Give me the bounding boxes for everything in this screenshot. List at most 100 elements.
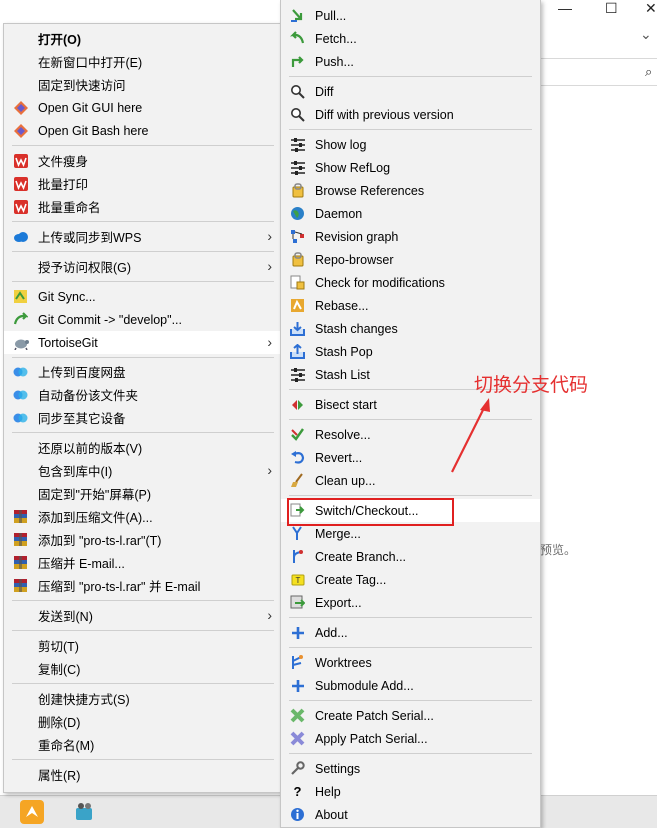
menu-separator <box>12 432 274 433</box>
menu-item-label: 属性(R) <box>38 769 81 783</box>
merge-icon <box>289 525 306 542</box>
menu-item-resolve[interactable]: Resolve... <box>281 423 540 446</box>
menu-item-properties[interactable]: 属性(R) <box>4 763 282 786</box>
menu-item-settings[interactable]: Settings <box>281 757 540 780</box>
baidu-icon <box>12 409 29 426</box>
menu-item-baidu-upload[interactable]: 上传到百度网盘 <box>4 360 282 383</box>
chevron-right-icon: › <box>267 258 272 274</box>
menu-item-sync-devices[interactable]: 同步至其它设备 <box>4 406 282 429</box>
menu-item-push[interactable]: Push... <box>281 50 540 73</box>
menu-item-stash-pop[interactable]: Stash Pop <box>281 340 540 363</box>
menu-item-include-library[interactable]: 包含到库中(I) › <box>4 459 282 482</box>
menu-item-label: Show RefLog <box>315 160 391 175</box>
menu-item-grant-access[interactable]: 授予访问权限(G) › <box>4 255 282 278</box>
menu-item-label: 授予访问权限(G) <box>38 261 132 275</box>
diff-icon <box>289 83 306 100</box>
menu-item-compress-rar-email[interactable]: 压缩到 "pro-ts-l.rar" 并 E-mail <box>4 574 282 597</box>
menu-item-repo-browser[interactable]: Repo-browser <box>281 248 540 271</box>
menu-item-cut[interactable]: 剪切(T) <box>4 634 282 657</box>
menu-item-label: 复制(C) <box>38 663 81 677</box>
tag-icon: T <box>289 571 306 588</box>
menu-item-delete[interactable]: 删除(D) <box>4 710 282 733</box>
menu-item-batch-rename[interactable]: 批量重命名 <box>4 195 282 218</box>
menu-item-export[interactable]: Export... <box>281 591 540 614</box>
menu-item-pin-start[interactable]: 固定到"开始"屏幕(P) <box>4 482 282 505</box>
menu-item-add-archive[interactable]: 添加到压缩文件(A)... <box>4 505 282 528</box>
menu-item-show-log[interactable]: Show log <box>281 133 540 156</box>
menu-item-rename[interactable]: 重命名(M) <box>4 733 282 756</box>
menu-item-revert[interactable]: Revert... <box>281 446 540 469</box>
menu-item-pin-quick-access[interactable]: 固定到快速访问 <box>4 73 282 96</box>
menu-item-label: 打开(O) <box>38 33 82 47</box>
menu-item-rebase[interactable]: Rebase... <box>281 294 540 317</box>
fetch-icon <box>289 30 306 47</box>
menu-item-stash-changes[interactable]: Stash changes <box>281 317 540 340</box>
menu-separator <box>289 617 532 618</box>
menu-item-help[interactable]: ? Help <box>281 780 540 803</box>
menu-separator <box>12 357 274 358</box>
menu-item-add[interactable]: Add... <box>281 621 540 644</box>
menu-item-fetch[interactable]: Fetch... <box>281 27 540 50</box>
menu-item-batch-print[interactable]: 批量打印 <box>4 172 282 195</box>
menu-item-label: 固定到快速访问 <box>38 79 126 93</box>
menu-item-create-shortcut[interactable]: 创建快捷方式(S) <box>4 687 282 710</box>
menu-item-restore-versions[interactable]: 还原以前的版本(V) <box>4 436 282 459</box>
menu-item-create-branch[interactable]: Create Branch... <box>281 545 540 568</box>
menu-item-label: Daemon <box>315 206 363 221</box>
menu-item-check-modifications[interactable]: Check for modifications <box>281 271 540 294</box>
menu-item-label: 自动备份该文件夹 <box>38 389 139 403</box>
menu-item-show-reflog[interactable]: Show RefLog <box>281 156 540 179</box>
menu-item-browse-references[interactable]: Browse References <box>281 179 540 202</box>
menu-item-copy[interactable]: 复制(C) <box>4 657 282 680</box>
search-box[interactable] <box>540 58 657 86</box>
menu-item-git-bash[interactable]: Open Git Bash here <box>4 119 282 142</box>
menu-item-label: Browse References <box>315 183 425 198</box>
menu-item-submodule-add[interactable]: Submodule Add... <box>281 674 540 697</box>
menu-item-auto-backup[interactable]: 自动备份该文件夹 <box>4 383 282 406</box>
menu-item-slim-file[interactable]: 文件瘦身 <box>4 149 282 172</box>
menu-item-label: 剪切(T) <box>38 640 79 654</box>
menu-item-create-patch-serial[interactable]: Create Patch Serial... <box>281 704 540 727</box>
menu-item-open[interactable]: 打开(O) <box>4 27 282 50</box>
menu-item-diff-previous[interactable]: Diff with previous version <box>281 103 540 126</box>
menu-item-apply-patch-serial[interactable]: Apply Patch Serial... <box>281 727 540 750</box>
resolve-icon <box>289 426 306 443</box>
menu-item-diff[interactable]: Diff <box>281 80 540 103</box>
menu-item-revision-graph[interactable]: Revision graph <box>281 225 540 248</box>
chevron-right-icon: › <box>267 334 272 350</box>
patch-icon <box>289 730 306 747</box>
menu-item-clean-up[interactable]: Clean up... <box>281 469 540 492</box>
winrar-icon <box>12 508 29 525</box>
menu-item-daemon[interactable]: Daemon <box>281 202 540 225</box>
maximize-icon[interactable]: ☐ <box>605 0 618 17</box>
menu-item-about[interactable]: About <box>281 803 540 826</box>
menu-separator <box>12 630 274 631</box>
menu-item-pull[interactable]: Pull... <box>281 4 540 27</box>
menu-item-compress-email[interactable]: 压缩并 E-mail... <box>4 551 282 574</box>
menu-item-git-gui[interactable]: Open Git GUI here <box>4 96 282 119</box>
push-icon <box>289 53 306 70</box>
close-icon[interactable]: ✕ <box>645 0 657 17</box>
menu-item-label: 重命名(M) <box>38 739 95 753</box>
wps-icon <box>12 175 29 192</box>
taskbar-app-icon[interactable] <box>20 800 44 824</box>
menu-item-label: 上传或同步到WPS <box>38 231 142 245</box>
menu-item-label: Create Branch... <box>315 549 407 564</box>
menu-item-create-tag[interactable]: T Create Tag... <box>281 568 540 591</box>
menu-item-worktrees[interactable]: Worktrees <box>281 651 540 674</box>
rebase-icon <box>289 297 306 314</box>
menu-item-send-to[interactable]: 发送到(N) › <box>4 604 282 627</box>
menu-item-label: Apply Patch Serial... <box>315 731 428 746</box>
menu-item-tortoisegit[interactable]: TortoiseGit › <box>4 331 282 354</box>
menu-separator <box>289 129 532 130</box>
minimize-icon[interactable]: — <box>558 0 572 16</box>
chevron-down-icon[interactable]: ⌄ <box>640 26 652 43</box>
git-sync-icon <box>12 288 29 305</box>
menu-item-git-commit[interactable]: Git Commit -> "develop"... <box>4 308 282 331</box>
taskbar-app-icon[interactable] <box>72 800 96 824</box>
menu-item-label: Revision graph <box>315 229 399 244</box>
menu-item-git-sync[interactable]: Git Sync... <box>4 285 282 308</box>
menu-item-open-new-window[interactable]: 在新窗口中打开(E) <box>4 50 282 73</box>
menu-item-add-rar[interactable]: 添加到 "pro-ts-l.rar"(T) <box>4 528 282 551</box>
menu-item-wps-sync[interactable]: 上传或同步到WPS › <box>4 225 282 248</box>
